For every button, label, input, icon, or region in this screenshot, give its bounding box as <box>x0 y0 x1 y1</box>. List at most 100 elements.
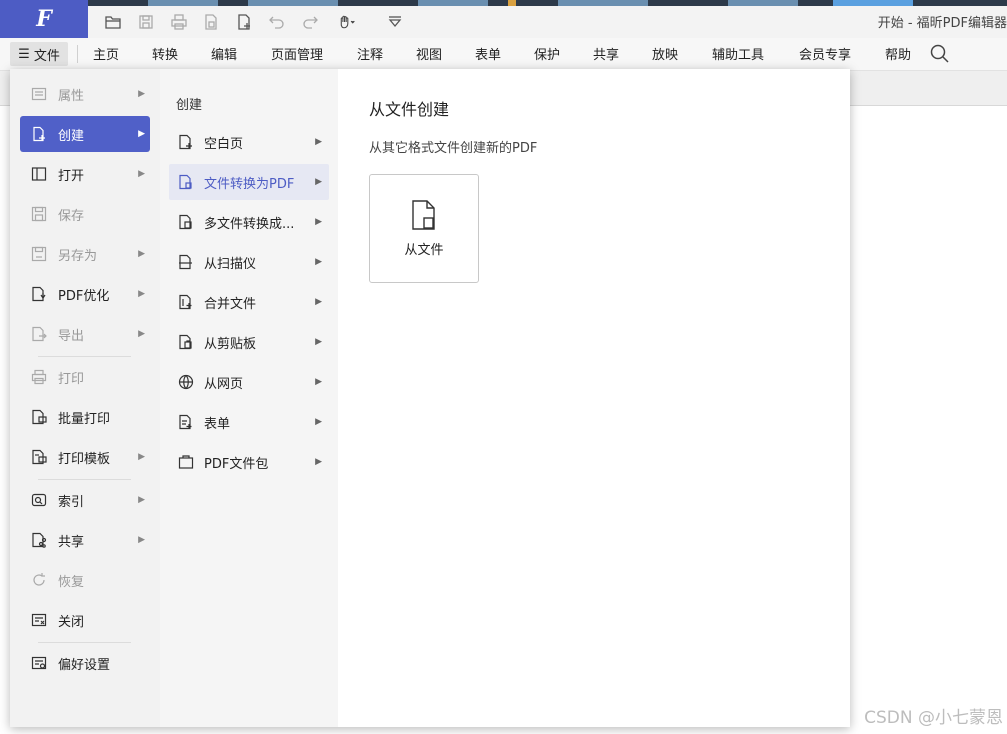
create-item-pdf-portfolio[interactable]: PDF文件包 ▶ <box>169 444 329 480</box>
create-item-merge-files[interactable]: 合并文件 ▶ <box>169 284 329 320</box>
submenu-arrow-icon: ▶ <box>315 177 322 187</box>
create-item-label: 从扫描仪 <box>204 256 257 272</box>
create-item-label: 空白页 <box>204 136 244 152</box>
menu-accessibility[interactable]: 辅助工具 <box>712 44 764 63</box>
file-menu-button[interactable]: ☰ 文件 <box>10 42 68 66</box>
batch-print-icon <box>31 409 47 425</box>
create-item-label: 从网页 <box>204 376 244 392</box>
submenu-arrow-icon: ▶ <box>138 289 145 299</box>
watermark-text: CSDN @小七蒙恩 <box>864 708 1003 728</box>
file-menu-item-open[interactable]: 打开 ▶ <box>20 156 150 192</box>
copy-page-icon[interactable] <box>198 10 224 34</box>
file-menu-item-close[interactable]: 关闭 <box>20 602 150 638</box>
create-item-label: PDF文件包 <box>204 456 269 472</box>
create-item-multi-file-convert[interactable]: 多文件转换成... ▶ <box>169 204 329 240</box>
content-title: 从文件创建 <box>369 100 450 119</box>
create-item-label: 文件转换为PDF <box>204 176 295 192</box>
menu-help[interactable]: 帮助 <box>885 44 911 63</box>
submenu-arrow-icon: ▶ <box>138 169 145 179</box>
file-menu-item-label: 属性 <box>58 88 85 104</box>
submenu-arrow-icon: ▶ <box>315 337 322 347</box>
file-menu-item-preferences[interactable]: 偏好设置 <box>20 645 150 681</box>
menu-bar: ☰ 文件 主页 转换 编辑 页面管理 注释 视图 表单 保护 共享 放映 辅助工… <box>0 38 1007 71</box>
pdf-optimize-icon <box>31 286 47 302</box>
create-item-label: 表单 <box>204 416 231 432</box>
menu-member[interactable]: 会员专享 <box>799 44 851 63</box>
file-menu-item-save-as[interactable]: 另存为 ▶ <box>20 236 150 272</box>
menu-edit[interactable]: 编辑 <box>211 44 237 63</box>
app-logo[interactable]: F <box>0 0 88 38</box>
multi-file-convert-icon <box>178 214 194 230</box>
create-icon <box>31 126 47 142</box>
submenu-arrow-icon: ▶ <box>315 457 322 467</box>
menu-divider <box>38 642 131 643</box>
new-page-icon[interactable] <box>231 10 257 34</box>
submenu-arrow-icon: ▶ <box>315 137 322 147</box>
create-item-clipboard[interactable]: 从剪贴板 ▶ <box>169 324 329 360</box>
search-icon[interactable] <box>929 43 951 65</box>
create-item-form[interactable]: 表单 ▶ <box>169 404 329 440</box>
content-description: 从其它格式文件创建新的PDF <box>369 141 538 156</box>
scanner-icon <box>178 254 194 270</box>
menu-slideshow[interactable]: 放映 <box>652 44 678 63</box>
submenu-arrow-icon: ▶ <box>315 217 322 227</box>
create-item-file-to-pdf[interactable]: 文件转换为PDF ▶ <box>169 164 329 200</box>
file-menu-item-label: 创建 <box>58 128 85 144</box>
file-menu-item-label: 恢复 <box>58 574 85 590</box>
save-icon[interactable] <box>133 10 159 34</box>
file-menu-item-save[interactable]: 保存 <box>20 196 150 232</box>
file-to-pdf-icon <box>178 174 194 190</box>
file-menu-item-create[interactable]: 创建 ▶ <box>20 116 150 152</box>
menu-convert[interactable]: 转换 <box>152 44 178 63</box>
open-folder-icon[interactable] <box>100 10 126 34</box>
submenu-arrow-icon: ▶ <box>315 257 322 267</box>
blank-page-icon <box>178 134 194 150</box>
submenu-arrow-icon: ▶ <box>138 452 145 462</box>
submenu-arrow-icon: ▶ <box>138 495 145 505</box>
divider <box>77 45 78 63</box>
undo-icon[interactable] <box>264 10 290 34</box>
file-menu-item-label: 共享 <box>58 534 85 550</box>
file-menu-item-label: 打开 <box>58 168 85 184</box>
submenu-arrow-icon: ▶ <box>315 417 322 427</box>
from-file-button[interactable]: 从文件 <box>369 174 479 283</box>
file-menu-item-print-template[interactable]: 打印模板 ▶ <box>20 439 150 475</box>
menu-view[interactable]: 视图 <box>416 44 442 63</box>
file-menu-item-pdf-optimize[interactable]: PDF优化 ▶ <box>20 276 150 312</box>
submenu-arrow-icon: ▶ <box>138 249 145 259</box>
close-doc-icon <box>31 612 47 628</box>
create-item-blank-page[interactable]: 空白页 ▶ <box>169 124 329 160</box>
file-menu-item-label: 导出 <box>58 328 85 344</box>
file-menu-item-print[interactable]: 打印 <box>20 359 150 395</box>
web-page-icon <box>178 374 194 390</box>
preferences-icon <box>31 655 47 671</box>
menu-share[interactable]: 共享 <box>593 44 619 63</box>
file-menu-item-batch-print[interactable]: 批量打印 <box>20 399 150 435</box>
menu-form[interactable]: 表单 <box>475 44 501 63</box>
menu-page-manage[interactable]: 页面管理 <box>271 44 323 63</box>
file-menu-item-properties[interactable]: 属性 ▶ <box>20 76 150 112</box>
file-menu-item-export[interactable]: 导出 ▶ <box>20 316 150 352</box>
pdf-portfolio-icon <box>178 454 194 470</box>
create-submenu-header: 创建 <box>176 98 203 113</box>
clipboard-icon <box>178 334 194 350</box>
print-icon[interactable] <box>166 10 192 34</box>
menu-comment[interactable]: 注释 <box>357 44 383 63</box>
menu-home[interactable]: 主页 <box>93 44 119 63</box>
logo-letter: F <box>36 6 52 32</box>
file-menu-label: 文件 <box>33 48 60 64</box>
customize-toolbar-icon[interactable] <box>382 10 408 34</box>
menu-protect[interactable]: 保护 <box>534 44 560 63</box>
file-menu-item-index[interactable]: 索引 ▶ <box>20 482 150 518</box>
open-icon <box>31 166 47 182</box>
create-item-scanner[interactable]: 从扫描仪 ▶ <box>169 244 329 280</box>
properties-icon <box>31 86 47 102</box>
hand-tool-icon[interactable] <box>332 10 362 34</box>
print-icon <box>31 369 47 385</box>
from-file-label: 从文件 <box>404 243 444 258</box>
file-menu-item-restore[interactable]: 恢复 <box>20 562 150 598</box>
redo-icon[interactable] <box>297 10 323 34</box>
export-icon <box>31 326 47 342</box>
file-menu-item-share[interactable]: 共享 ▶ <box>20 522 150 558</box>
create-item-web-page[interactable]: 从网页 ▶ <box>169 364 329 400</box>
